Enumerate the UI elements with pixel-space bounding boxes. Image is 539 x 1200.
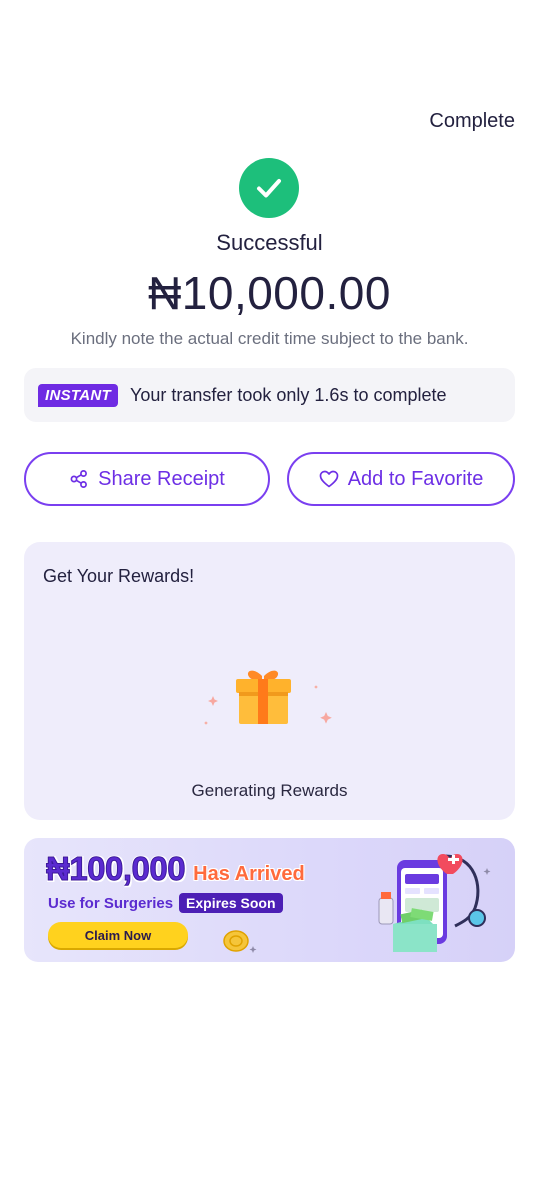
promo-headline-text: Has Arrived	[193, 863, 305, 885]
promo-subtitle-row: Use for Surgeries Expires Soon	[48, 893, 283, 913]
transfer-status: Successful	[216, 230, 323, 255]
share-icon	[70, 470, 88, 488]
gift-icon	[204, 670, 332, 725]
health-phone-icon	[378, 854, 491, 952]
claim-now-button[interactable]: Claim Now	[48, 922, 188, 948]
add-to-favorite-button[interactable]: Add to Favorite	[287, 452, 515, 506]
generating-rewards-text: Generating Rewards	[191, 781, 348, 800]
instant-text: Your transfer took only 1.6s to complete	[129, 384, 447, 405]
share-receipt-label: Share Receipt	[98, 467, 225, 490]
share-receipt-button[interactable]: Share Receipt	[24, 452, 270, 506]
promo-amount: ₦100,000	[45, 850, 186, 888]
heart-icon	[319, 470, 339, 488]
credit-time-note: Kindly note the actual credit time subje…	[70, 329, 469, 348]
add-to-favorite-label: Add to Favorite	[347, 467, 484, 490]
expires-badge: Expires Soon	[179, 893, 283, 913]
instant-badge: INSTANT	[38, 383, 118, 407]
promo-subtitle: Use for Surgeries	[48, 894, 174, 912]
promo-banner[interactable]: ₦100,000 Has Arrived Use for Surgeries E…	[24, 838, 515, 962]
rewards-title: Get Your Rewards!	[43, 566, 195, 586]
instant-transfer-banner: INSTANT Your transfer took only 1.6s to …	[24, 368, 515, 422]
transfer-amount: ₦10,000.00	[148, 267, 391, 319]
promo-headline: ₦100,000 Has Arrived	[45, 850, 305, 888]
rewards-card: Get Your Rewards! Generating Rewards	[24, 542, 515, 820]
success-check-icon	[239, 158, 299, 218]
complete-button[interactable]: Complete	[429, 110, 515, 133]
coin-icon	[223, 930, 257, 953]
